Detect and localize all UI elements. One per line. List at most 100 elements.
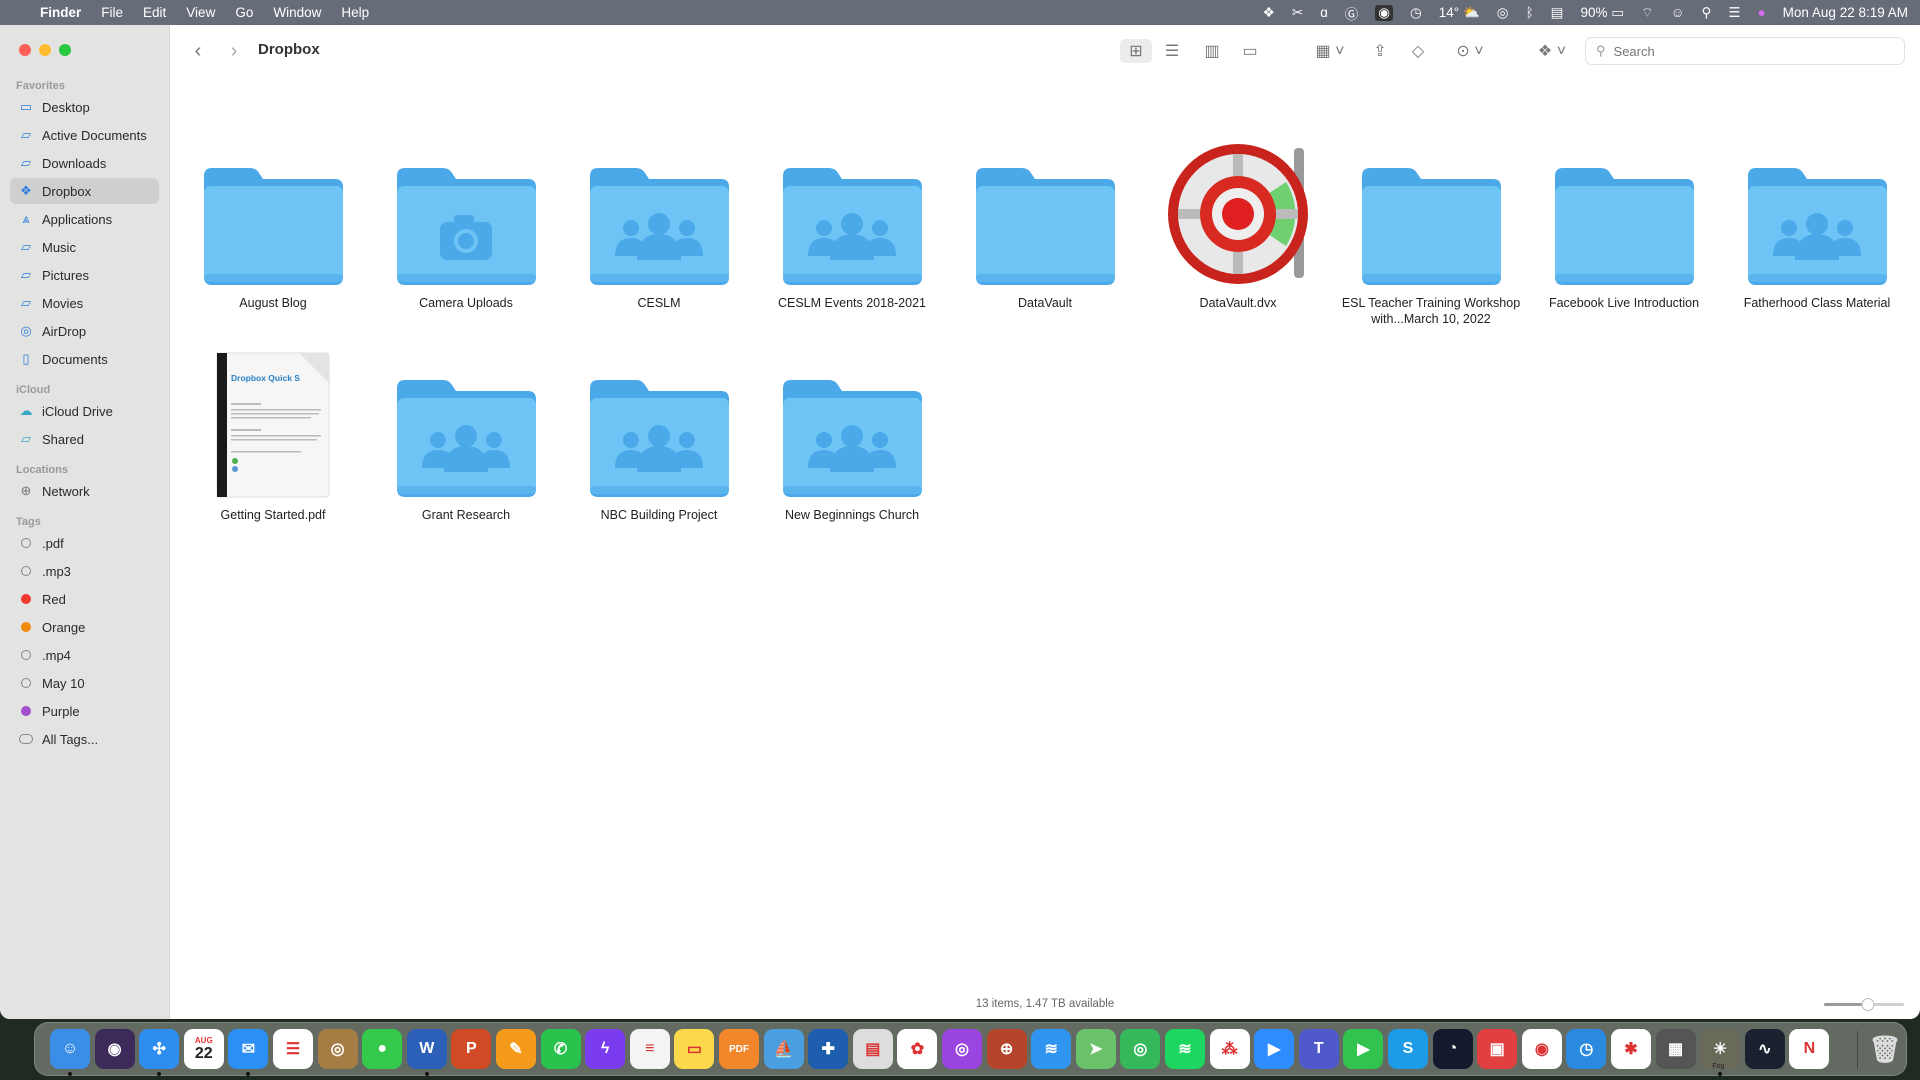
sidebar-item-downloads[interactable]: ▱ Downloads [10, 150, 159, 176]
dock-siri[interactable]: ◉ [94, 1029, 135, 1069]
file-item[interactable]: ESL Teacher Training Workshop with...Mar… [1336, 137, 1526, 327]
sidebar-item-pdf[interactable]: .pdf [10, 530, 159, 556]
dock-speedtest[interactable]: ◔ [1432, 1029, 1473, 1069]
menu-edit[interactable]: Edit [133, 5, 176, 20]
close-button[interactable] [19, 44, 31, 56]
control-center-icon[interactable]: ☰ [1728, 5, 1740, 21]
dock-preview[interactable]: ⛵ [763, 1029, 804, 1069]
dock-wifi-explorer[interactable]: ≋ [1031, 1029, 1072, 1069]
minimize-button[interactable] [39, 44, 51, 56]
file-item[interactable]: August Blog [178, 137, 368, 311]
search-input[interactable] [1613, 43, 1884, 59]
camera-status-icon[interactable]: ◉ [1375, 4, 1393, 21]
airdrop-icon[interactable]: ◎ [1497, 5, 1509, 21]
dock-asana[interactable]: ⁂ [1209, 1029, 1250, 1069]
sidebar-item-orange[interactable]: Orange [10, 614, 159, 640]
tag-button[interactable]: ◇ [1406, 39, 1430, 63]
menu-finder[interactable]: Finder [30, 5, 91, 20]
file-item[interactable]: Facebook Live Introduction [1529, 137, 1719, 311]
menu-view[interactable]: View [176, 5, 225, 20]
dock-calculator[interactable]: ▦ [1655, 1029, 1696, 1069]
wifi-icon[interactable]: ⌔ [1641, 4, 1654, 21]
battery-status[interactable]: 90% ▭ [1580, 5, 1624, 21]
menu-file[interactable]: File [91, 5, 133, 20]
dock-radio[interactable]: ▣ [1477, 1029, 1518, 1069]
dock-zoom[interactable]: ▶ [1254, 1029, 1295, 1069]
file-item[interactable]: New Beginnings Church [757, 349, 947, 523]
sidebar-item-mp3[interactable]: .mp3 [10, 558, 159, 584]
user-icon[interactable]: ☺ [1671, 5, 1685, 20]
dock-maps[interactable]: ➤ [1075, 1029, 1116, 1069]
sidebar-item-all-tags[interactable]: All Tags... [10, 726, 159, 752]
scissors-icon[interactable]: ✂ [1292, 5, 1303, 21]
file-item[interactable]: CESLM [564, 137, 754, 311]
sidebar-item-desktop[interactable]: ▭ Desktop [10, 94, 159, 120]
siri-icon[interactable]: ● [1758, 5, 1766, 20]
file-item[interactable]: DataVault.dvx [1143, 137, 1333, 311]
dock-trash[interactable]: 🗑 [1865, 1029, 1905, 1069]
column-view-button[interactable]: ▥ [1198, 39, 1226, 63]
dock-news[interactable]: N [1789, 1029, 1830, 1069]
file-item[interactable]: NBC Building Project [564, 349, 754, 523]
dock-pdf-expert[interactable]: PDF [719, 1029, 759, 1069]
sidebar-item-mp4[interactable]: .mp4 [10, 642, 159, 668]
spotlight-icon[interactable]: ⚲ [1702, 5, 1712, 21]
dropbox-status-icon[interactable]: ❖ [1263, 5, 1275, 21]
bluetooth-icon[interactable]: ᛒ [1526, 5, 1534, 20]
share-button[interactable]: ⇪ [1368, 39, 1392, 63]
file-item[interactable]: CESLM Events 2018-2021 [757, 137, 947, 311]
sidebar-item-icloud-drive[interactable]: ☁ iCloud Drive [10, 398, 159, 424]
dock-finder[interactable]: ☺ [50, 1029, 90, 1069]
dock-microsoft-powerpoint[interactable]: P [451, 1029, 492, 1069]
sidebar-item-documents[interactable]: ▯ Documents [10, 346, 159, 372]
forward-button[interactable]: › [224, 39, 244, 63]
sidebar-item-movies[interactable]: ▱ Movies [10, 290, 159, 316]
menu-go[interactable]: Go [225, 5, 263, 20]
dock-calendar[interactable]: AUG 22 [183, 1029, 224, 1069]
dock-printer[interactable]: ▤ [852, 1029, 893, 1069]
dock-safari[interactable]: ✣ [139, 1029, 180, 1069]
dock-notes[interactable]: ▭ [674, 1029, 715, 1069]
dock-microsoft-word[interactable]: W [406, 1029, 447, 1069]
dock-facetime[interactable]: ▶ [1343, 1029, 1384, 1069]
clock[interactable]: Mon Aug 22 8:19 AM [1783, 5, 1908, 20]
file-item[interactable]: Grant Research [371, 349, 561, 523]
list-view-button[interactable]: ☰ [1158, 39, 1186, 63]
search-field[interactable]: ⚲ [1585, 37, 1905, 65]
sidebar-item-music[interactable]: ▱ Music [10, 234, 159, 260]
zoom-button[interactable] [59, 44, 71, 56]
signature-icon[interactable]: ɑ [1320, 5, 1328, 20]
dock-microsoft-teams[interactable]: T [1298, 1029, 1339, 1069]
dock-mail[interactable]: ✉ [228, 1029, 269, 1069]
dock-datavault[interactable]: ⊕ [986, 1029, 1027, 1069]
dock-messages[interactable]: ● [362, 1029, 403, 1069]
dock-find-my[interactable]: ◎ [1120, 1029, 1161, 1069]
sidebar-item-shared[interactable]: ▱ Shared [10, 426, 159, 452]
icon-size-slider[interactable] [1824, 997, 1904, 1011]
sidebar-item-active-documents[interactable]: ▱ Active Documents [10, 122, 159, 148]
dock-podcasts[interactable]: ◎ [942, 1029, 982, 1069]
dock-google-chrome[interactable]: ◉ [1521, 1029, 1562, 1069]
dock-weather-bug[interactable]: ✱ [1611, 1029, 1651, 1069]
icon-view-button[interactable]: ⊞ [1120, 39, 1152, 63]
grammarly-icon[interactable]: Ⓖ [1345, 3, 1359, 23]
file-item[interactable]: Dropbox Quick S Getting Started.pdf [178, 349, 368, 523]
menu-help[interactable]: Help [331, 5, 379, 20]
dock-messenger[interactable]: ϟ [585, 1029, 626, 1069]
dock-bible-search[interactable]: ✚ [808, 1029, 849, 1069]
dropbox-button[interactable]: ❖ ˅ [1532, 39, 1572, 63]
menu-window[interactable]: Window [263, 5, 331, 20]
more-actions-button[interactable]: ⊙ ˅ [1450, 39, 1490, 63]
time-machine-icon[interactable]: ◷ [1410, 5, 1422, 21]
dock-skype[interactable]: S [1388, 1029, 1428, 1069]
file-item[interactable]: Camera Uploads [371, 137, 561, 311]
dock-textedit[interactable]: ≡ [629, 1029, 670, 1069]
dock-stocks[interactable]: ∿ [1744, 1029, 1785, 1069]
back-button[interactable]: ‹ [188, 39, 208, 63]
dock-reminders[interactable]: ☰ [273, 1029, 313, 1069]
sidebar-item-red[interactable]: Red [10, 586, 159, 612]
dock-whatsapp[interactable]: ✆ [540, 1029, 581, 1069]
sidebar-item-network[interactable]: ⊕ Network [10, 478, 159, 504]
group-button[interactable]: ▦ ˅ [1310, 39, 1350, 63]
sidebar-item-pictures[interactable]: ▱ Pictures [10, 262, 159, 288]
